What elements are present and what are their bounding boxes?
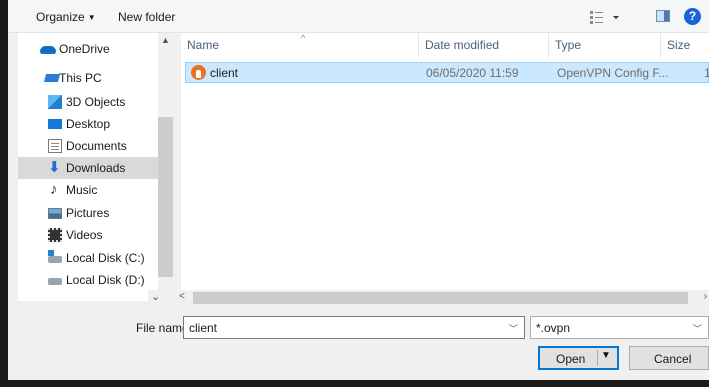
nav-item-3d-objects[interactable]: 3D Objects [18,91,158,113]
file-type-select[interactable]: *.ovpn ﹀ [530,316,709,339]
file-name-input[interactable]: client ﹀ [183,316,525,339]
nav-item-music[interactable]: ♪ Music [18,179,158,201]
nav-item-label: OneDrive [59,42,110,56]
nav-item-label: This PC [59,71,102,85]
column-type[interactable]: Type [549,33,661,58]
organize-button[interactable]: Organize ▼ [36,10,96,24]
computer-icon [43,74,61,82]
sort-ascending-icon: ^ [301,33,306,43]
toolbar: Organize ▼ New folder ? [8,0,709,33]
preview-pane-icon[interactable] [656,10,670,22]
column-headers: ^ Name Date modified Type Size [181,33,709,58]
nav-item-local-disk-d[interactable]: Local Disk (D:) [18,269,158,291]
column-size[interactable]: Size [661,33,709,58]
pictures-icon [48,208,62,219]
file-type: OpenVPN Config F... [557,66,669,80]
music-icon: ♪ [50,181,58,198]
cancel-button-label: Cancel [654,352,692,366]
file-type-value: *.ovpn [536,321,571,335]
navigation-pane: OneDrive This PC 3D Objects Desktop Docu… [18,33,173,301]
nav-item-label: Pictures [66,206,110,220]
open-button-label: Open [556,352,586,366]
file-name: client [210,66,239,80]
new-folder-button[interactable]: New folder [118,10,175,24]
chevron-down-icon: ﹀ [692,324,702,334]
scroll-right-icon[interactable]: › [704,291,707,302]
column-label: Size [667,38,691,52]
file-name-value: client [189,321,218,335]
file-row[interactable]: client 06/05/2020 11:59 OpenVPN Config F… [185,62,709,83]
scroll-left-icon[interactable]: < [179,291,185,302]
nav-item-label: Local Disk (D:) [66,273,145,287]
documents-icon [48,139,62,153]
scrollbar-thumb[interactable] [158,117,173,277]
column-date-modified[interactable]: Date modified [419,33,549,58]
scroll-up-icon[interactable]: ▲ [161,35,170,45]
openvpn-icon [191,65,206,80]
desktop-icon [48,119,62,129]
column-label: Name [187,38,220,52]
local-disk-icon [48,250,62,263]
file-dialog: Organize ▼ New folder ? OneDrive This PC … [8,0,709,380]
column-label: Type [555,38,582,52]
cancel-button[interactable]: Cancel [629,346,709,370]
change-view-button[interactable] [588,9,622,25]
nav-item-videos[interactable]: Videos [18,224,158,246]
nav-vertical-scrollbar[interactable]: ▲ ▼ [158,33,173,301]
file-size: 1 [704,66,709,80]
nav-item-onedrive[interactable]: OneDrive [18,38,158,60]
videos-icon [48,228,62,242]
help-icon[interactable]: ? [684,8,701,25]
chevron-down-icon[interactable]: ⌄ [151,290,160,303]
nav-item-downloads[interactable]: ⬇ Downloads [18,157,158,179]
organize-label: Organize [36,10,85,24]
nav-item-label: Music [66,183,98,197]
column-name[interactable]: ^ Name [181,33,419,58]
nav-item-label: Desktop [66,117,111,131]
open-dropdown-button[interactable]: ▼ [597,350,612,366]
scrollbar-thumb[interactable] [193,292,688,304]
horizontal-scrollbar[interactable]: < › [173,290,709,306]
caret-down-icon: ▼ [601,350,611,361]
view-options-icon [590,11,619,24]
nav-item-pictures[interactable]: Pictures [18,202,158,224]
nav-item-desktop[interactable]: Desktop [18,113,158,135]
nav-item-label: Videos [66,228,103,242]
chevron-down-icon[interactable]: ﹀ [509,322,518,335]
nav-scroll-corner: ⌄ [148,290,173,306]
downloads-icon: ⬇ [48,159,61,176]
nav-item-label: Local Disk (C:) [66,251,145,265]
file-date-modified: 06/05/2020 11:59 [426,66,519,80]
3d-objects-icon [48,95,62,109]
local-disk-icon [48,278,62,285]
nav-item-label: Documents [66,139,127,153]
nav-item-local-disk-c[interactable]: Local Disk (C:) [18,247,158,269]
file-list: client 06/05/2020 11:59 OpenVPN Config F… [181,58,709,290]
caret-down-icon: ▼ [87,13,96,22]
onedrive-icon [40,46,56,54]
column-label: Date modified [425,38,500,52]
nav-item-label: 3D Objects [66,95,126,109]
nav-item-this-pc[interactable]: This PC [18,67,158,89]
nav-item-documents[interactable]: Documents [18,135,158,157]
open-button[interactable]: Open ▼ [538,346,619,370]
nav-item-label: Downloads [66,161,126,175]
